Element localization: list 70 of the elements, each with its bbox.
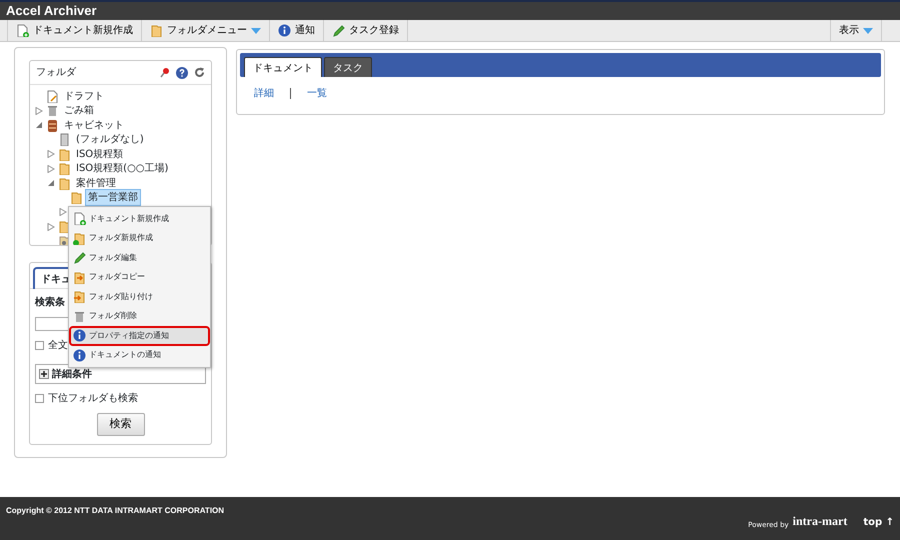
tree-item[interactable]: 案件管理 — [73, 174, 119, 192]
caret-icon — [251, 28, 261, 34]
tree-item[interactable]: ごみ箱 — [61, 102, 97, 120]
detail-label[interactable]: 詳細条件 — [52, 366, 92, 382]
tab[interactable]: タスク — [324, 57, 372, 77]
app-title: Accel Archiver — [6, 3, 97, 18]
top-link[interactable]: top ↑ — [863, 515, 894, 530]
pencil-icon — [73, 251, 86, 264]
menu-item[interactable]: ドキュメントの通知 — [69, 346, 210, 365]
collapse-arrow-icon[interactable] — [35, 121, 43, 130]
info-icon — [73, 348, 86, 362]
expand-arrow-icon[interactable] — [47, 150, 55, 158]
tree-item[interactable]: キャビネット — [61, 116, 127, 134]
toolbar-button[interactable]: ドキュメント新規作成 — [7, 20, 142, 41]
pencil-icon — [332, 24, 345, 37]
trash-icon — [73, 310, 86, 323]
document-icon — [46, 90, 59, 103]
toolbar-button[interactable]: タスク登録 — [324, 20, 408, 41]
trash-icon — [46, 104, 59, 118]
tree-item[interactable]: 第一営業部 — [85, 189, 141, 206]
tree-item[interactable]: ISO規程類(○○工場) — [73, 160, 172, 178]
panel-title: フォルダ — [36, 66, 76, 80]
expand-arrow-icon[interactable] — [47, 222, 55, 231]
fulltext-checkbox[interactable] — [35, 341, 44, 350]
menu-item[interactable]: プロパティ指定の通知 — [69, 326, 210, 346]
view-link[interactable]: 一覧 — [307, 86, 327, 101]
menu-item[interactable]: ドキュメント新規作成 — [69, 209, 210, 228]
folder-icon — [58, 148, 71, 161]
help-icon[interactable] — [176, 66, 188, 78]
fulltext-label: 全文 — [48, 338, 68, 353]
pin-icon[interactable] — [159, 67, 170, 78]
tab[interactable]: ドキュメント — [244, 57, 322, 77]
folder-icon — [58, 176, 71, 190]
document-plus-icon — [16, 24, 29, 37]
tree-item[interactable]: ドラフト — [61, 88, 107, 105]
folder-icon — [58, 162, 71, 176]
menu-item[interactable]: フォルダ削除 — [69, 306, 210, 326]
info-icon — [73, 329, 86, 342]
menu-item[interactable]: フォルダ新規作成 — [69, 228, 210, 248]
folder-plus-icon — [73, 232, 86, 245]
subfolder-label: 下位フォルダも検索 — [48, 392, 138, 406]
menu-item[interactable]: フォルダ貼り付け — [69, 287, 210, 306]
caret-icon — [863, 28, 873, 34]
info-icon — [278, 24, 291, 37]
folder-arrow-icon — [73, 270, 86, 284]
tree-item[interactable]: ISO規程類 — [73, 146, 126, 163]
copyright-text: Copyright © 2012 NTT DATA INTRAMART CORPORATION — [6, 505, 224, 517]
brand-logo: intra-mart — [792, 513, 848, 530]
folder-icon — [70, 191, 83, 204]
view-link[interactable]: 詳細 — [254, 86, 274, 101]
cabinet-icon — [46, 118, 59, 132]
folder-arrow-icon — [73, 290, 86, 304]
expand-arrow-icon[interactable] — [35, 106, 43, 115]
subfolder-checkbox[interactable] — [35, 394, 44, 403]
folder-icon — [150, 24, 163, 37]
document-plus-icon — [73, 212, 86, 226]
view-menu-button[interactable]: 表示 — [830, 20, 882, 41]
search-button[interactable]: 検索 — [96, 413, 144, 436]
toolbar-button[interactable]: 通知 — [270, 20, 324, 41]
collapse-arrow-icon[interactable] — [47, 179, 55, 188]
refresh-icon[interactable] — [194, 67, 205, 78]
condition-label: 検索条 — [35, 296, 65, 310]
menu-button[interactable]: フォルダメニュー — [142, 20, 270, 41]
expand-arrow-icon[interactable] — [59, 208, 67, 216]
folder-icon — [58, 220, 71, 234]
file-icon — [58, 133, 71, 146]
expand-icon[interactable] — [39, 369, 49, 379]
tree-item[interactable]: (フォルダなし) — [73, 131, 147, 148]
expand-arrow-icon[interactable] — [47, 164, 55, 173]
menu-item[interactable]: フォルダ編集 — [69, 248, 210, 268]
